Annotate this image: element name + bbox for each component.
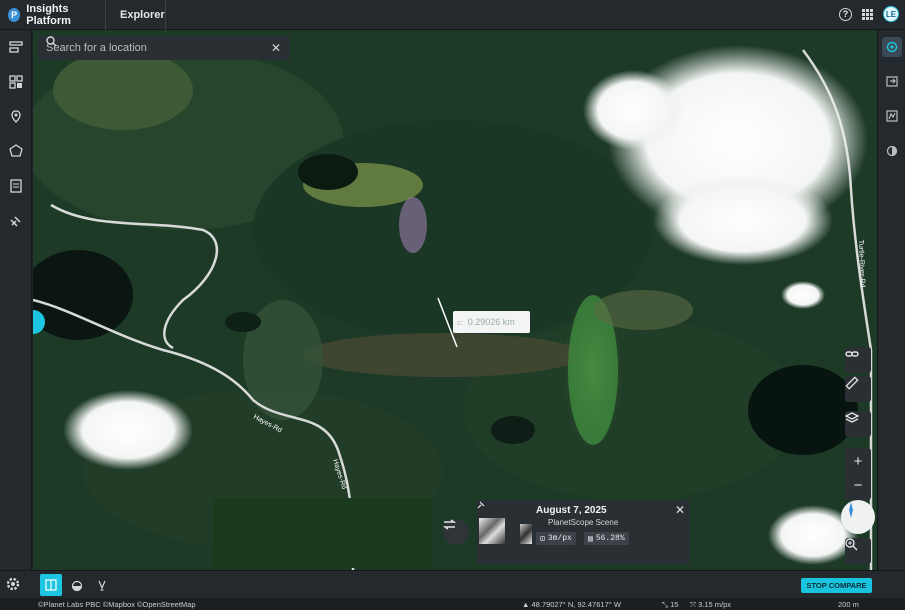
swap-compare-button[interactable] (443, 519, 469, 545)
measurement-label: ⊏ 0.29026 km (453, 311, 530, 333)
map-attribution[interactable]: ©Planet Labs PBC ©Mapbox ©OpenStreetMap (38, 600, 196, 609)
satellite-imagery: Hayes-Rd Hayes-Rd Turtle-River-Rd (33, 30, 877, 570)
scene-date: August 7, 2025 (536, 505, 607, 516)
satellite-icon (477, 501, 485, 509)
stop-compare-button[interactable]: STOP COMPARE (801, 578, 872, 593)
lightbulb-icon (98, 580, 106, 591)
measure-tool-button[interactable] (845, 376, 871, 402)
spotlight-view-button[interactable] (91, 574, 113, 596)
zoom-level-icon: ⤡ (662, 600, 671, 609)
compass-icon (849, 502, 853, 518)
compare-view-button[interactable] (40, 574, 62, 596)
search-bar: ✕ (38, 36, 290, 60)
zoom-in-button[interactable]: + (854, 454, 863, 469)
tasking-satellite-icon[interactable] (7, 212, 25, 230)
coordinates-value: 48.79027° N, 92.47617° W (531, 600, 621, 609)
zoom-out-button[interactable]: − (854, 478, 863, 493)
polygon-aoi-icon[interactable] (7, 142, 25, 160)
resolution-value: 3m/px (547, 534, 572, 543)
location-pin-icon[interactable] (7, 108, 25, 126)
ruler-icon: ⊏ (457, 317, 464, 327)
report-document-icon[interactable] (7, 177, 25, 195)
compass-button[interactable] (841, 500, 875, 534)
link-icon (845, 351, 859, 357)
scene-thumbnail (479, 518, 505, 544)
layers-icon (845, 412, 859, 423)
close-scene-icon[interactable]: ✕ (675, 503, 685, 517)
imagery-view-button[interactable] (882, 37, 902, 57)
layers-list-icon[interactable] (7, 38, 25, 56)
bottom-toolbar: STOP COMPARE (0, 570, 905, 598)
satellite-map[interactable]: Hayes-Rd Hayes-Rd Turtle-River-Rd ✕ ⊏ 0.… (33, 30, 877, 570)
zoom-level: ⤡ 15 (662, 600, 678, 610)
planet-logo-icon: P (8, 7, 21, 22)
cursor-coordinates: ▲ 48.79027° N, 92.47617° W (522, 600, 621, 609)
analytics-button[interactable] (882, 106, 902, 126)
top-bar: P Insights Platform Explorer ? LE (0, 0, 905, 30)
left-toolbar (0, 30, 32, 570)
basemap-layers-button[interactable] (845, 411, 871, 437)
help-icon[interactable]: ? (839, 7, 852, 21)
tab-explorer[interactable]: Explorer (106, 0, 166, 30)
share-link-button[interactable] (845, 347, 871, 373)
eye-icon (886, 41, 898, 53)
export-button[interactable] (882, 71, 902, 91)
zoom-controls: + − (845, 448, 871, 500)
contrast-icon (886, 145, 898, 157)
search-input[interactable] (46, 42, 236, 54)
resolution-icon: ⊡ (540, 534, 545, 544)
cloud-cover-chip: ▨ 56.28% (584, 532, 629, 545)
zoom-search-icon (845, 538, 858, 551)
swipe-view-button[interactable] (66, 574, 88, 596)
measurement-value: 0.29026 km (467, 317, 515, 327)
mosaic-grid-icon[interactable] (7, 73, 25, 91)
map-resolution: ⤧ 3.15 m/px (690, 600, 731, 610)
search-icon (46, 36, 57, 47)
brand-name: Insights Platform (26, 2, 71, 27)
scene-type: PlanetScope Scene (548, 518, 619, 527)
split-view-icon (45, 579, 57, 591)
settings-gear-icon[interactable] (5, 576, 21, 597)
zoom-to-area-button[interactable] (845, 538, 871, 564)
scale-bar-label: 200 m (838, 600, 859, 609)
top-right-actions: ? LE (839, 6, 899, 22)
ruler-tool-icon (845, 376, 859, 390)
map-resolution-value: 3.15 m/px (698, 600, 732, 609)
cloud-cover-value: 56.28% (595, 534, 625, 543)
brand[interactable]: P Insights Platform (0, 0, 106, 30)
scene-footprint-thumbnail (520, 524, 532, 544)
cloud-cover-icon: ▨ (588, 534, 593, 544)
zoom-value: 15 (670, 600, 679, 609)
resolution-chip: ⊡ 3m/px (536, 532, 576, 545)
contrast-button[interactable] (882, 141, 902, 161)
status-bar: ©Planet Labs PBC ©Mapbox ©OpenStreetMap … (0, 598, 905, 610)
compare-left-preview (213, 498, 431, 568)
apps-grid-icon[interactable] (862, 8, 873, 20)
scene-card[interactable]: August 7, 2025 PlanetScope Scene ⊡ 3m/px… (477, 500, 690, 564)
cursor-icon: ▲ (522, 600, 532, 609)
swap-arrows-icon (443, 519, 456, 530)
right-toolbar (877, 30, 905, 570)
resolution-arrows-icon: ⤧ (690, 600, 699, 609)
opacity-drop-icon (71, 580, 83, 591)
avatar[interactable]: LE (883, 6, 899, 22)
clear-search-icon[interactable]: ✕ (271, 41, 281, 55)
chart-icon (886, 110, 898, 122)
export-icon (886, 76, 898, 87)
